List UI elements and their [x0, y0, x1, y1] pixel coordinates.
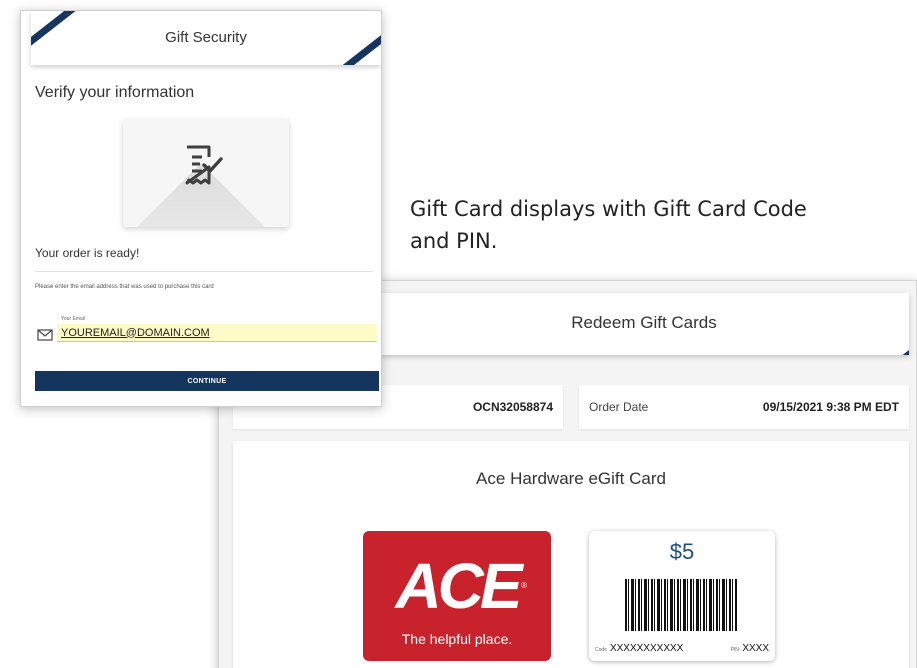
ace-tagline: The helpful place. [401, 631, 513, 647]
gift-code-card: $5 Code XXXXXXXXXXX PIN: XXXX [589, 531, 775, 661]
header-accent-stripe [849, 340, 909, 355]
redeem-header: Redeem Gift Cards [379, 293, 909, 355]
pin-label: PIN: [730, 647, 741, 653]
gift-card-area: Ace Hardware eGift Card ACE ® The helpfu… [233, 441, 909, 668]
email-field[interactable] [57, 324, 377, 342]
order-date-value: 09/15/2021 9:38 PM EDT [762, 400, 899, 414]
ace-registered-mark: ® [521, 581, 527, 590]
receipt-check-icon [185, 145, 223, 185]
gift-security-panel: Gift Security Verify your information Yo… [20, 10, 382, 407]
gift-card-amount: $5 [669, 539, 695, 564]
code-value: XXXXXXXXXXX [609, 643, 684, 654]
instruction-caption: Gift Card displays with Gift Card Code a… [410, 193, 910, 257]
code-label: Code [595, 647, 607, 653]
mail-icon [37, 329, 53, 341]
order-date-label: Order Date [589, 400, 649, 414]
gift-card-title: Ace Hardware eGift Card [476, 469, 666, 488]
email-field-label: Your Email [61, 316, 85, 322]
verify-heading: Verify your information [35, 84, 195, 101]
email-instruction: Please enter the email address that was … [35, 284, 214, 290]
order-date-box: Order Date 09/15/2021 9:38 PM EDT [579, 385, 909, 429]
code-pin-line: Code XXXXXXXXXXX PIN: XXXX [595, 643, 769, 654]
continue-button[interactable]: CONTINUE [35, 371, 379, 391]
pin-value: XXXX [742, 643, 769, 654]
redeem-title: Redeem Gift Cards [571, 313, 717, 332]
security-header: Gift Security [31, 11, 381, 65]
security-title: Gift Security [165, 29, 247, 46]
order-number-value: OCN32058874 [472, 400, 553, 414]
ace-card-image: ACE ® The helpful place. [363, 531, 551, 661]
caption-line-1: Gift Card displays with Gift Card Code [410, 197, 807, 221]
receipt-illustration [123, 119, 289, 227]
divider [35, 271, 373, 272]
caption-line-2: and PIN. [410, 229, 498, 253]
barcode-icon [625, 579, 737, 631]
order-ready-text: Your order is ready! [35, 246, 140, 260]
